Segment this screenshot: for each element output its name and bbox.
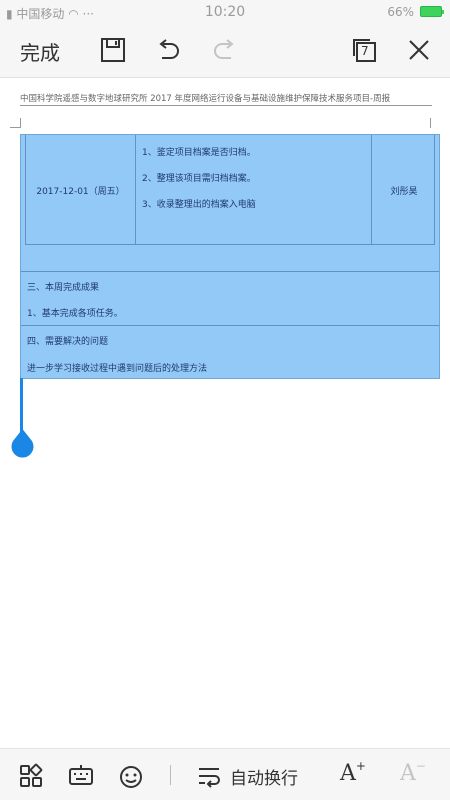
toolbar-divider bbox=[170, 765, 171, 785]
save-icon[interactable] bbox=[98, 35, 128, 65]
page-switch-button[interactable]: 7 bbox=[349, 35, 379, 65]
done-button[interactable]: 完成 bbox=[20, 37, 60, 66]
editor-toolbar: 完成 7 bbox=[0, 24, 450, 78]
font-increase-label: A bbox=[340, 761, 356, 786]
task-item: 1、鉴定项目档案是否归档。 bbox=[142, 148, 256, 158]
date-text: 2017-12-01（周五） bbox=[36, 187, 125, 197]
battery-icon bbox=[420, 6, 444, 17]
redo-icon[interactable] bbox=[210, 35, 240, 65]
person-name: 刘彤昊 bbox=[390, 187, 418, 197]
page-count: 7 bbox=[361, 44, 369, 58]
clock: 10:20 bbox=[204, 4, 246, 20]
header-rule bbox=[20, 105, 432, 106]
bottom-toolbar: 自动换行 A+ A− bbox=[0, 748, 450, 800]
completed-body: 1、基本完成各项任务。 bbox=[27, 309, 123, 319]
font-decrease-label: A bbox=[400, 761, 416, 786]
margin-mark bbox=[10, 127, 20, 128]
status-bar: ▮ 中国移动 ◠ ··· 10:20 66% bbox=[0, 0, 450, 24]
issues-body: 进一步学习接收过程中遇到问题后的处理方法 bbox=[27, 364, 208, 374]
font-decrease-button[interactable]: A− bbox=[400, 759, 426, 786]
issues-heading: 四、需要解决的问题 bbox=[27, 337, 109, 347]
apps-grid-icon[interactable] bbox=[18, 763, 44, 789]
margin-mark bbox=[20, 118, 21, 128]
task-table: 2017-12-01（周五） 1、鉴定项目档案是否归档。 2、整理该项目需归档档… bbox=[25, 135, 435, 245]
document-canvas[interactable]: 中国科学院遥感与数字地球研究所 2017 年度网络运行设备与基础设施维护保障技术… bbox=[0, 79, 450, 747]
battery-percent: 66% bbox=[387, 5, 414, 19]
close-icon[interactable] bbox=[404, 35, 434, 65]
emoji-icon[interactable] bbox=[118, 763, 144, 789]
row-divider bbox=[21, 325, 439, 326]
font-increase-button[interactable]: A+ bbox=[340, 759, 366, 786]
task-item: 3、收录整理出的档案入电脑 bbox=[142, 200, 256, 210]
row-divider bbox=[21, 271, 439, 272]
text-wrap-icon[interactable] bbox=[196, 763, 222, 789]
plus-icon: + bbox=[355, 759, 366, 773]
completed-heading: 三、本周完成成果 bbox=[27, 283, 100, 293]
tasks-cell[interactable]: 1、鉴定项目档案是否归档。 2、整理该项目需归档档案。 3、收录整理出的档案入电… bbox=[136, 135, 372, 244]
task-item: 2、整理该项目需归档档案。 bbox=[142, 174, 256, 184]
page-header: 中国科学院遥感与数字地球研究所 2017 年度网络运行设备与基础设施维护保障技术… bbox=[20, 94, 391, 104]
auto-wrap-button[interactable]: 自动换行 bbox=[230, 764, 298, 789]
text-cursor bbox=[20, 378, 23, 433]
undo-icon[interactable] bbox=[153, 35, 183, 65]
keyboard-icon[interactable] bbox=[68, 763, 94, 789]
margin-mark bbox=[430, 118, 431, 128]
cursor-handle-icon[interactable] bbox=[10, 429, 35, 459]
minus-icon: − bbox=[415, 759, 426, 773]
report-table[interactable]: 2017-12-01（周五） 1、鉴定项目档案是否归档。 2、整理该项目需归档档… bbox=[20, 134, 440, 379]
date-cell[interactable]: 2017-12-01（周五） bbox=[26, 135, 136, 244]
person-cell[interactable]: 刘彤昊 bbox=[372, 135, 436, 244]
